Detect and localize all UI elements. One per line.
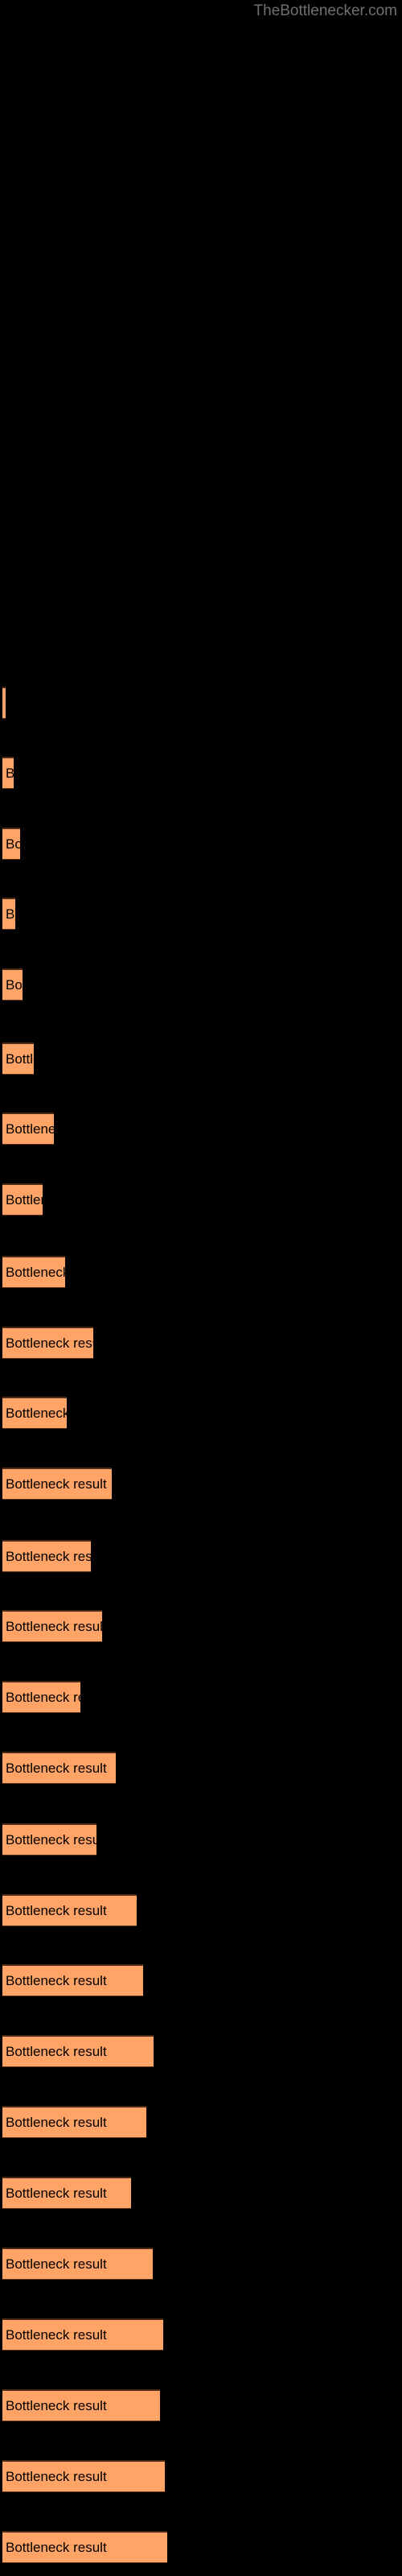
bar-label-4: Bottleneck result [6, 976, 23, 993]
bar-label-16: Bottleneck result [6, 1831, 96, 1847]
bar-label-22: Bottleneck result [6, 2256, 107, 2272]
bar-2: Bottleneck result [2, 828, 20, 860]
bar-label-19: Bottleneck result [6, 2043, 107, 2059]
bar-label-26: Bottleneck result [6, 2539, 107, 2555]
bar-11: Bottleneck result [2, 1468, 112, 1500]
bar-label-24: Bottleneck result [6, 2397, 107, 2413]
bottleneck-bar-chart: Bottleneck result Bottleneck result Bottle… [0, 0, 402, 2576]
bar-label-14: Bottleneck result [6, 1689, 80, 1705]
bar-label-1: Bottleneck result [6, 766, 14, 782]
bar-label-21: Bottleneck result [6, 2185, 107, 2201]
bar-label-25: Bottleneck result [6, 2468, 107, 2484]
bar-26: Bottleneck result [2, 2531, 167, 2563]
bar-label-11: Bottleneck result [6, 1476, 107, 1492]
bar-4: Bottleneck result [2, 968, 23, 1001]
bar-12: Bottleneck result [2, 1540, 91, 1572]
bar-13: Bottleneck result [2, 1610, 102, 1642]
bar-14: Bottleneck result [2, 1681, 80, 1713]
bar-16: Bottleneck result [2, 1823, 96, 1856]
bar-5: Bottleneck result [2, 1042, 34, 1075]
bar-10: Bottleneck result [2, 1397, 67, 1429]
bar-label-18: Bottleneck result [6, 1972, 107, 1988]
bar-label-12: Bottleneck result [6, 1548, 91, 1564]
bar-label-15: Bottleneck result [6, 1760, 107, 1776]
bar-3: Bottleneck result [2, 898, 15, 930]
bar-8: Bottleneck result [2, 1256, 65, 1288]
bar-label-8: Bottleneck result [6, 1264, 65, 1280]
bar-9: Bottleneck result [2, 1327, 93, 1359]
bar-7: Bottleneck result [2, 1183, 43, 1216]
bar-1: Bottleneck result [2, 757, 14, 789]
bar-label-7: Bottleneck result [6, 1191, 43, 1208]
bar-label-9: Bottleneck result [6, 1335, 93, 1351]
bar-23: Bottleneck result [2, 2318, 163, 2351]
bar-6: Bottleneck result [2, 1113, 54, 1145]
bar-label-23: Bottleneck result [6, 2326, 107, 2343]
bar-19: Bottleneck result [2, 2035, 154, 2067]
bar-17: Bottleneck result [2, 1894, 137, 1926]
bar-label-17: Bottleneck result [6, 1902, 107, 1918]
bar-21: Bottleneck result [2, 2177, 131, 2209]
bar-25: Bottleneck result [2, 2460, 165, 2492]
bar-22: Bottleneck result [2, 2248, 153, 2280]
bar-label-5: Bottleneck result [6, 1051, 34, 1067]
bar-15: Bottleneck result [2, 1752, 116, 1784]
bar-label-3: Bottleneck result [6, 906, 15, 922]
bar-label-13: Bottleneck result [6, 1618, 102, 1634]
bar-0: Bottleneck result [2, 687, 6, 719]
bar-label-10: Bottleneck result [6, 1405, 67, 1421]
bar-label-2: Bottleneck result [6, 836, 20, 852]
bar-18: Bottleneck result [2, 1964, 143, 1996]
bar-label-6: Bottleneck result [6, 1121, 54, 1137]
bar-label-20: Bottleneck result [6, 2114, 107, 2130]
bar-20: Bottleneck result [2, 2106, 146, 2138]
bar-24: Bottleneck result [2, 2389, 160, 2421]
